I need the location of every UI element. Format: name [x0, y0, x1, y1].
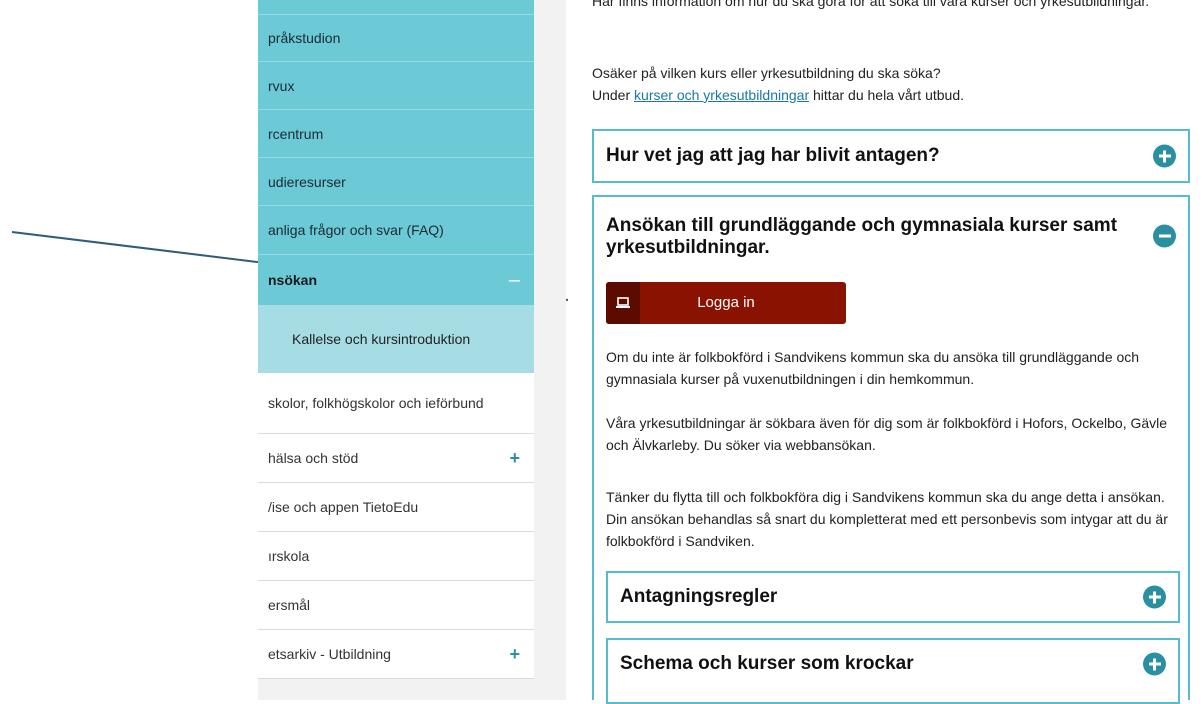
- paragraph-flytta: Tänker du flytta till och folkbokföra di…: [606, 489, 1168, 549]
- sidebar-item-halsa-och-stod[interactable]: hälsa och stöd +: [258, 434, 534, 483]
- sidebar-item-label: hälsa och stöd: [268, 450, 359, 466]
- sidebar-item-tietoedu[interactable]: /ise och appen TietoEdu: [258, 483, 534, 532]
- sidebar-item-label: skolor, folkhögskolor och ieförbund: [268, 394, 484, 411]
- sidebar-item-label: udieresurser: [268, 173, 346, 190]
- sidebar-item-label: Kallelse och kursintroduktion: [292, 330, 471, 347]
- accordion-title: Hur vet jag att jag har blivit antagen?: [606, 145, 940, 166]
- courses-link[interactable]: kurser och yrkesutbildningar: [634, 87, 809, 103]
- sidebar-item-arenden[interactable]: ersmål: [258, 581, 534, 630]
- sidebar-item-larcentrum[interactable]: rcentrum: [258, 110, 534, 158]
- sidebar-item-ansokan[interactable]: nsökan –: [258, 255, 534, 305]
- intro-text: Här finns information om hur du ska göra…: [592, 0, 1150, 9]
- sidebar-item-larvux[interactable]: rvux: [258, 62, 534, 110]
- sidebar-item-studieresurser[interactable]: udieresurser: [258, 158, 534, 206]
- minus-icon[interactable]: [1153, 224, 1176, 248]
- sidebar-item-folkhogskolor[interactable]: skolor, folkhögskolor och ieförbund: [258, 373, 534, 434]
- plus-icon[interactable]: [1143, 652, 1166, 676]
- sidebar-item-label: nsökan: [268, 272, 318, 288]
- under-suffix: hittar du hela vårt utbud.: [809, 87, 964, 103]
- sidebar-item-label: /ise och appen TietoEdu: [268, 499, 419, 515]
- sidebar-item-faq[interactable]: anliga frågor och svar (FAQ): [258, 206, 534, 255]
- paragraph-yrkesutbildningar: Våra yrkesutbildningar är sökbara även f…: [606, 415, 1168, 453]
- expand-icon[interactable]: +: [509, 449, 520, 467]
- under-prefix: Under: [592, 87, 635, 103]
- sidebar-item-label: rvux: [268, 77, 295, 94]
- plus-icon[interactable]: [1153, 144, 1176, 168]
- accordion-title: Schema och kurser som krockar: [620, 653, 914, 674]
- sidebar-item-label: rcentrum: [268, 125, 324, 142]
- sidebar-item-label: anliga frågor och svar (FAQ): [268, 222, 444, 238]
- sidebar-item-arkiv[interactable]: etsarkiv - Utbildning +: [258, 630, 534, 679]
- sub-accordion-antagningsregler[interactable]: Antagningsregler: [606, 571, 1180, 623]
- sidebar-item-sommarskola[interactable]: ırskola: [258, 532, 534, 581]
- unsure-line: Osäker på vilken kurs eller yrkesutbildn…: [592, 65, 941, 81]
- accordion-header[interactable]: Antagningsregler: [608, 573, 1178, 621]
- accordion-header[interactable]: Ansökan till grundläggande och gymnasial…: [594, 197, 1188, 275]
- accordion-antagen[interactable]: Hur vet jag att jag har blivit antagen?: [592, 129, 1190, 183]
- collapse-icon[interactable]: –: [509, 270, 520, 290]
- accordion-header[interactable]: Schema och kurser som krockar: [608, 640, 1178, 688]
- sidebar-item-label: ersmål: [268, 597, 311, 613]
- sidebar-nav: pråkstudion rvux rcentrum udieresurser a…: [258, 0, 534, 679]
- expand-icon[interactable]: +: [509, 645, 520, 663]
- login-label: Logga in: [697, 294, 755, 311]
- sidebar-item-sprakstudion[interactable]: pråkstudion: [258, 15, 534, 62]
- plus-icon[interactable]: [1143, 585, 1166, 609]
- accordion-title: Antagningsregler: [620, 586, 778, 607]
- sidebar-item-label: pråkstudion: [268, 30, 341, 46]
- accordion-header[interactable]: Hur vet jag att jag har blivit antagen?: [594, 131, 1188, 181]
- accordion-ansokan: Ansökan till grundläggande och gymnasial…: [592, 195, 1190, 704]
- sidebar-item-label: ırskola: [268, 548, 310, 564]
- sub-accordion-schema[interactable]: Schema och kurser som krockar: [606, 638, 1180, 704]
- login-button[interactable]: Logga in: [606, 282, 846, 324]
- sidebar-item-label: etsarkiv - Utbildning: [268, 646, 391, 662]
- paragraph-folkbokford: Om du inte är folkbokförd i Sandvikens k…: [606, 349, 1140, 387]
- sidebar-top-strip: [258, 0, 534, 15]
- sidebar: pråkstudion rvux rcentrum udieresurser a…: [258, 0, 566, 700]
- sidebar-subitem-kallelse[interactable]: Kallelse och kursintroduktion: [258, 305, 534, 373]
- laptop-icon: [606, 282, 640, 324]
- unsure-text: Osäker på vilken kurs eller yrkesutbildn…: [592, 62, 1192, 106]
- accordion-title: Ansökan till grundläggande och gymnasial…: [606, 215, 1118, 258]
